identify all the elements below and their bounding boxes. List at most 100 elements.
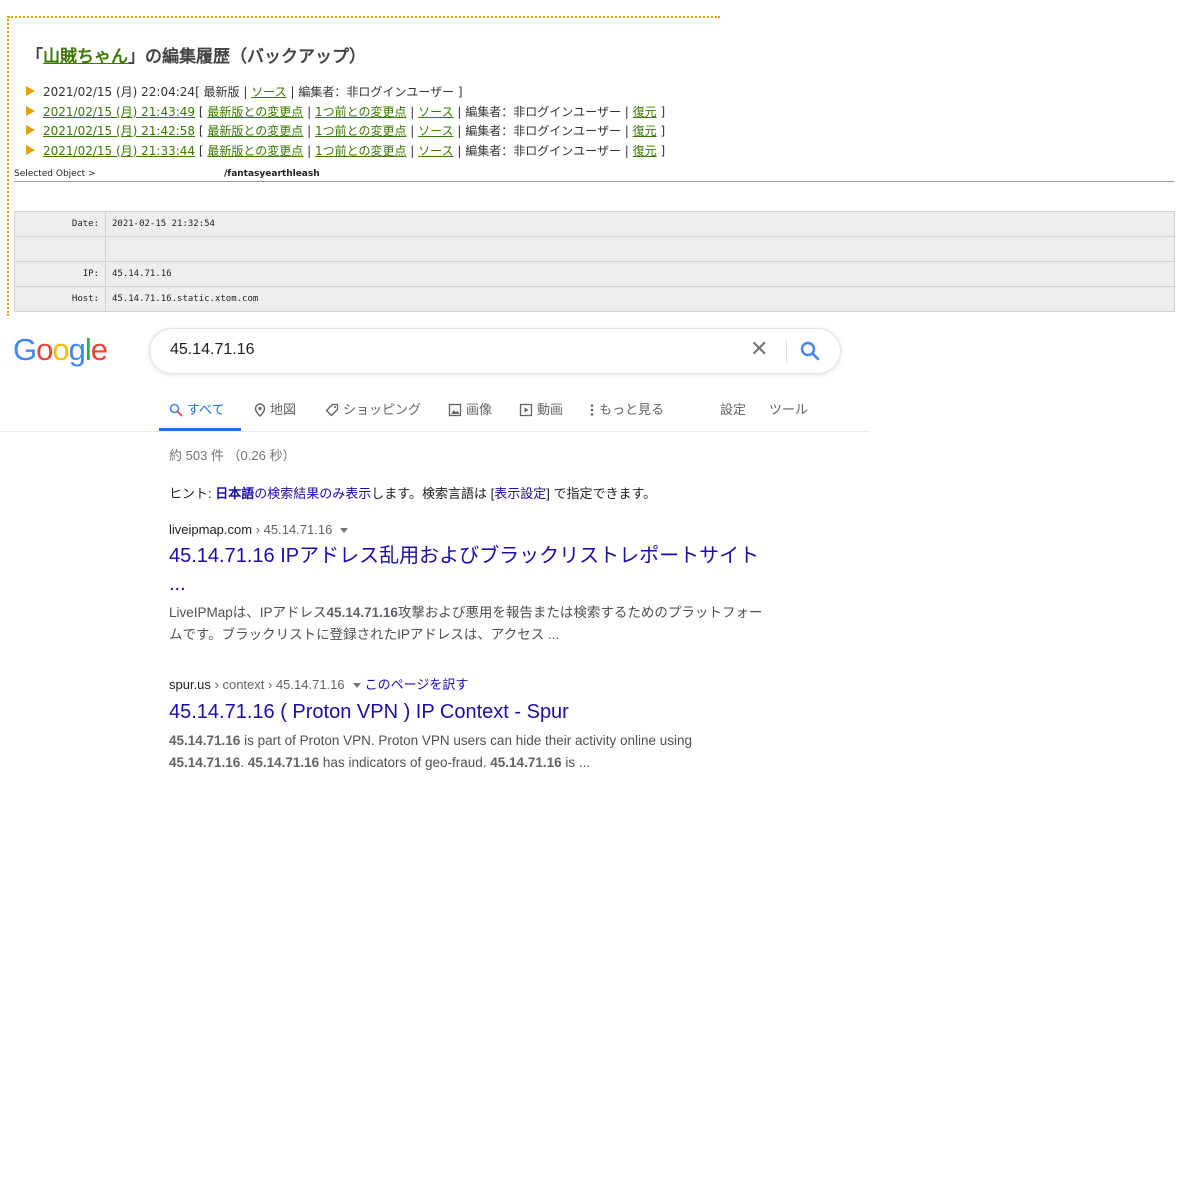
restore-link[interactable]: 復元 <box>633 144 657 158</box>
diff-latest-link[interactable]: 最新版との変更点 <box>207 124 303 138</box>
triangle-bullet-icon <box>26 124 35 135</box>
source-link[interactable]: ソース <box>251 85 286 99</box>
history-separator: ] <box>656 124 666 138</box>
history-date[interactable]: 2021/02/15 (月) 21:43:49 <box>43 105 195 119</box>
triangle-bullet-icon <box>26 105 35 116</box>
search-tabs: すべて 地図 ショッピング 画像 動画 もっと見る 設定 ツール <box>0 393 870 432</box>
selected-object-value: /fantasyearthleash <box>224 169 320 179</box>
language-hint: ヒント: 日本語の検索結果のみ表示します。検索言語は [表示設定] で指定できま… <box>169 486 657 501</box>
logo-letter: o <box>36 332 53 367</box>
tab-images[interactable]: 画像 <box>448 399 492 418</box>
hint-japanese-link[interactable]: 日本語の検索結果のみ表示 <box>215 486 371 501</box>
history-entry: 2021/02/15 (月) 21:33:44 [ 最新版との変更点 | 1つ前… <box>26 142 665 159</box>
hint-settings-link[interactable]: 表示設定 <box>494 486 546 501</box>
logo-letter: G <box>13 332 37 367</box>
snippet-text: . <box>240 755 248 770</box>
history-entry: 2021/02/15 (月) 21:42:58 [ 最新版との変更点 | 1つ前… <box>26 122 665 139</box>
search-box: 45.14.71.16 ✕ <box>149 328 841 374</box>
info-row: Date: 2021-02-15 21:32:54 <box>14 211 1175 237</box>
tab-videos[interactable]: 動画 <box>519 399 563 418</box>
diff-prev-link[interactable]: 1つ前との変更点 <box>315 105 407 119</box>
map-pin-icon <box>254 402 266 417</box>
triangle-bullet-icon <box>26 85 35 96</box>
chevron-down-icon[interactable] <box>352 683 361 689</box>
tab-all[interactable]: すべて <box>169 399 225 418</box>
history-date[interactable]: 2021/02/15 (月) 21:33:44 <box>43 144 195 158</box>
logo-letter: g <box>68 332 86 367</box>
snippet-text: is part of Proton VPN. Proton VPN users … <box>240 733 693 748</box>
tab-shopping[interactable]: ショッピング <box>325 399 421 418</box>
history-separator: | <box>303 124 315 138</box>
diff-latest-link[interactable]: 最新版との変更点 <box>207 105 303 119</box>
source-link[interactable]: ソース <box>418 105 453 119</box>
result-snippet: 45.14.71.16 is part of Proton VPN. Proto… <box>169 730 769 774</box>
image-icon <box>448 403 462 416</box>
tab-tools[interactable]: ツール <box>769 399 808 418</box>
chevron-down-icon[interactable] <box>340 528 349 534</box>
result-snippet: LiveIPMapは、IPアドレス45.14.71.16攻撃および悪用を報告また… <box>169 602 769 646</box>
tab-settings[interactable]: 設定 <box>720 399 746 418</box>
active-tab-indicator <box>159 428 241 431</box>
snippet-text: is ... <box>561 755 591 770</box>
page-title-link[interactable]: 山賊ちゃん <box>43 47 128 67</box>
search-divider <box>786 339 787 363</box>
search-input[interactable]: 45.14.71.16 <box>170 341 255 359</box>
page-title: 「山賊ちゃん」の編集履歴（バックアップ） <box>26 47 366 67</box>
search-icon <box>800 341 820 361</box>
history-date[interactable]: 2021/02/15 (月) 21:42:58 <box>43 124 195 138</box>
history-separator: [ 最新版 | <box>195 85 252 99</box>
diff-latest-link[interactable]: 最新版との変更点 <box>207 144 303 158</box>
history-separator: ] <box>656 105 666 119</box>
history-editor: | 編集者：非ログインユーザー | <box>453 144 633 158</box>
diff-prev-link[interactable]: 1つ前との変更点 <box>315 144 407 158</box>
result-title[interactable]: 45.14.71.16 IPアドレス乱用およびブラックリストレポートサイト ..… <box>169 542 769 598</box>
tab-more[interactable]: もっと見る <box>589 399 664 418</box>
history-separator: [ <box>195 124 208 138</box>
snippet-highlight: 45.14.71.16 <box>490 755 562 770</box>
tab-maps[interactable]: 地図 <box>254 399 296 418</box>
restore-link[interactable]: 復元 <box>633 105 657 119</box>
info-row: Host: 45.14.71.16.static.xtom.com <box>14 286 1175 312</box>
history-separator: [ <box>195 105 208 119</box>
history-entry: 2021/02/15 (月) 21:43:49 [ 最新版との変更点 | 1つ前… <box>26 103 665 120</box>
snippet-highlight: 45.14.71.16 <box>326 605 398 620</box>
source-link[interactable]: ソース <box>418 124 453 138</box>
tag-icon <box>325 403 339 416</box>
search-result: liveipmap.com › 45.14.71.16 45.14.71.16 … <box>169 522 769 646</box>
google-logo[interactable]: Google <box>13 332 108 368</box>
history-separator: | <box>406 144 419 158</box>
history-date: 2021/02/15 (月) 22:04:24 <box>43 85 196 99</box>
translate-link[interactable]: このページを訳す <box>365 677 469 692</box>
source-link[interactable]: ソース <box>418 144 453 158</box>
search-result: spur.us › context › 45.14.71.16 このページを訳す … <box>169 674 769 774</box>
history-separator: | <box>303 105 315 119</box>
selected-object-bar: Selected Object > /fantasyearthleash <box>14 169 1174 182</box>
more-vertical-icon <box>590 403 594 416</box>
history-editor: | 編集者：非ログインユーザー | <box>453 124 633 138</box>
result-url[interactable]: liveipmap.com › 45.14.71.16 <box>169 522 769 537</box>
history-separator: ] <box>656 144 666 158</box>
result-title[interactable]: 45.14.71.16 ( Proton VPN ) IP Context - … <box>169 698 769 726</box>
diff-prev-link[interactable]: 1つ前との変更点 <box>315 124 407 138</box>
logo-letter: e <box>90 332 108 367</box>
selected-object-label: Selected Object > <box>14 169 96 179</box>
snippet-text: LiveIPMapは、IPアドレス <box>169 605 327 620</box>
wiki-backup-panel: 「山賊ちゃん」の編集履歴（バックアップ） 2021/02/15 (月) 22:0… <box>0 0 1180 318</box>
search-icon <box>169 403 183 416</box>
history-editor: | 編集者：非ログインユーザー | <box>453 105 633 119</box>
history-separator: | <box>303 144 315 158</box>
snippet-highlight: 45.14.71.16 <box>169 755 241 770</box>
history-entry: 2021/02/15 (月) 22:04:24[ 最新版 | ソース | 編集者… <box>26 83 463 100</box>
restore-link[interactable]: 復元 <box>633 124 657 138</box>
dotted-border-top <box>8 16 720 18</box>
snippet-text: has indicators of geo-fraud. <box>319 755 491 770</box>
video-icon <box>519 403 533 416</box>
history-editor: | 編集者：非ログインユーザー ] <box>286 85 463 99</box>
clear-icon[interactable]: ✕ <box>750 338 768 362</box>
result-url[interactable]: spur.us › context › 45.14.71.16 このページを訳す <box>169 674 769 693</box>
search-button[interactable] <box>798 339 826 363</box>
info-table: Date: 2021-02-15 21:32:54 IP: 45.14.71.16 … <box>14 211 1175 312</box>
info-row: IP: 45.14.71.16 <box>14 261 1175 287</box>
history-separator: | <box>406 105 419 119</box>
history-separator: [ <box>195 144 208 158</box>
